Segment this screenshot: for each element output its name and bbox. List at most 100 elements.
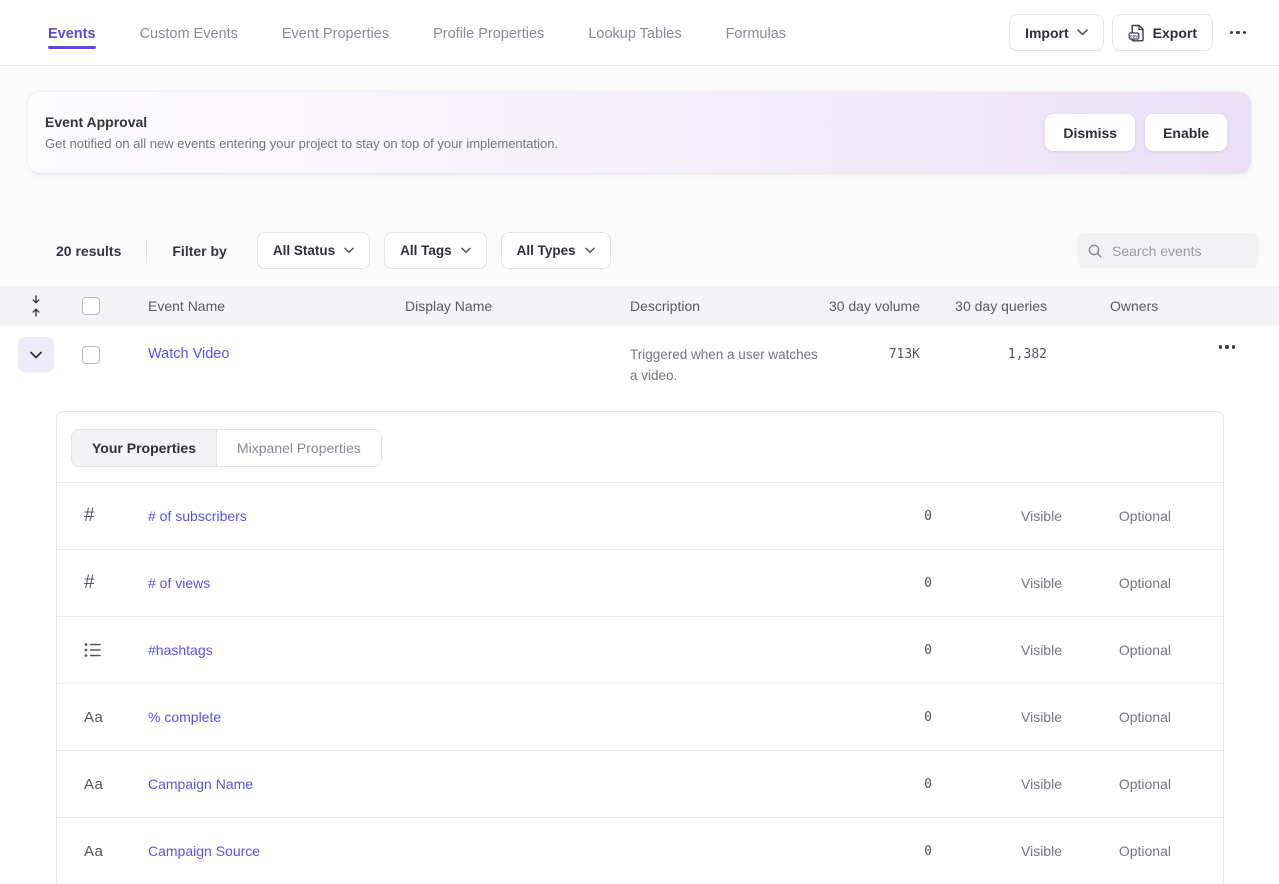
property-visibility: Visible [932, 709, 1062, 725]
export-button[interactable]: csv Export [1112, 14, 1213, 51]
banner-text: Event Approval Get notified on all new e… [45, 114, 1045, 151]
collapse-vertical-icon[interactable] [30, 295, 42, 317]
event-30-day-volume: 713K [820, 347, 920, 362]
property-count: 0 [892, 777, 932, 792]
select-all-checkbox[interactable] [82, 297, 100, 315]
chevron-down-icon [1077, 29, 1088, 36]
tags-filter-dropdown[interactable]: All Tags [384, 232, 487, 269]
search-events-input[interactable] [1112, 243, 1249, 259]
tags-filter-label: All Tags [400, 243, 452, 258]
events-table: Event Name Display Name Description 30 d… [0, 286, 1279, 884]
property-requirement: Optional [1062, 709, 1171, 725]
header-30-day-volume: 30 day volume [820, 298, 920, 314]
property-row: Aa Campaign Name 0 Visible Optional [57, 751, 1223, 818]
header-owners: Owners [1047, 298, 1187, 314]
property-requirement: Optional [1062, 843, 1171, 859]
event-30-day-queries: 1,382 [920, 347, 1047, 362]
header-description: Description [630, 298, 820, 314]
property-requirement: Optional [1062, 776, 1171, 792]
collapse-row-button[interactable] [18, 337, 54, 373]
chevron-down-icon [344, 247, 354, 254]
property-name-link[interactable]: % complete [148, 709, 892, 725]
property-name-link[interactable]: # of views [148, 575, 892, 591]
row-more-options-button[interactable] [1219, 345, 1236, 349]
nav-actions: Import csv Export [1009, 14, 1255, 51]
property-row: # # of views 0 Visible Optional [57, 550, 1223, 617]
export-button-label: Export [1153, 25, 1197, 41]
svg-text:csv: csv [1130, 33, 1138, 38]
header-event-name: Event Name [148, 298, 405, 314]
property-name-link[interactable]: # of subscribers [148, 508, 892, 524]
tab-your-properties[interactable]: Your Properties [72, 430, 217, 466]
divider [146, 239, 147, 263]
property-count: 0 [892, 643, 932, 658]
status-filter-label: All Status [273, 243, 335, 258]
properties-panel: Your Properties Mixpanel Properties # # … [56, 411, 1224, 884]
property-row: Aa Campaign Source 0 Visible Optional [57, 818, 1223, 884]
text-type-icon: Aa [84, 709, 103, 726]
event-description: Triggered when a user watches a video. [630, 344, 820, 386]
tab-event-properties[interactable]: Event Properties [282, 4, 389, 61]
property-visibility: Visible [932, 776, 1062, 792]
tab-profile-properties[interactable]: Profile Properties [433, 4, 544, 61]
properties-tab-bar: Your Properties Mixpanel Properties [57, 412, 1223, 483]
property-name-link[interactable]: Campaign Name [148, 776, 892, 792]
search-icon [1087, 243, 1103, 259]
text-type-icon: Aa [84, 843, 103, 860]
filter-bar: 20 results Filter by All Status All Tags… [56, 232, 1259, 269]
csv-file-icon: csv [1128, 24, 1145, 42]
text-type-icon: Aa [84, 776, 103, 793]
number-type-icon: # [84, 505, 95, 527]
property-name-link[interactable]: #hashtags [148, 642, 892, 658]
enable-button[interactable]: Enable [1145, 114, 1227, 151]
tab-formulas[interactable]: Formulas [726, 4, 786, 61]
chevron-down-icon [30, 351, 42, 359]
property-requirement: Optional [1062, 508, 1171, 524]
header-display-name: Display Name [405, 298, 630, 314]
property-row: # # of subscribers 0 Visible Optional [57, 483, 1223, 550]
properties-segmented-control: Your Properties Mixpanel Properties [71, 429, 382, 467]
banner-actions: Dismiss Enable [1045, 114, 1227, 151]
results-count: 20 results [56, 243, 121, 259]
search-events-box[interactable] [1077, 233, 1259, 268]
property-visibility: Visible [932, 843, 1062, 859]
property-count: 0 [892, 576, 932, 591]
list-type-icon [84, 642, 110, 658]
import-button-label: Import [1025, 25, 1069, 41]
import-button[interactable]: Import [1009, 14, 1104, 51]
property-count: 0 [892, 710, 932, 725]
types-filter-dropdown[interactable]: All Types [501, 232, 611, 269]
property-visibility: Visible [932, 642, 1062, 658]
property-requirement: Optional [1062, 575, 1171, 591]
property-name-link[interactable]: Campaign Source [148, 843, 892, 859]
tab-lookup-tables[interactable]: Lookup Tables [588, 4, 681, 61]
table-header-row: Event Name Display Name Description 30 d… [0, 286, 1279, 326]
row-checkbox[interactable] [82, 346, 100, 364]
property-visibility: Visible [932, 575, 1062, 591]
event-row-watch-video: Watch Video Triggered when a user watche… [0, 326, 1279, 399]
property-count: 0 [892, 844, 932, 859]
banner-subtitle: Get notified on all new events entering … [45, 136, 1045, 151]
property-requirement: Optional [1062, 642, 1171, 658]
banner-title: Event Approval [45, 114, 1045, 130]
property-visibility: Visible [932, 508, 1062, 524]
number-type-icon: # [84, 572, 95, 594]
property-count: 0 [892, 509, 932, 524]
event-approval-banner: Event Approval Get notified on all new e… [28, 92, 1251, 173]
chevron-down-icon [585, 247, 595, 254]
filter-by-label: Filter by [172, 243, 226, 259]
property-row: #hashtags 0 Visible Optional [57, 617, 1223, 684]
more-horizontal-icon [1230, 31, 1247, 35]
status-filter-dropdown[interactable]: All Status [257, 232, 370, 269]
tab-events[interactable]: Events [48, 4, 96, 61]
tab-mixpanel-properties[interactable]: Mixpanel Properties [217, 430, 381, 466]
tab-custom-events[interactable]: Custom Events [140, 4, 238, 61]
event-name-link[interactable]: Watch Video [148, 346, 229, 362]
chevron-down-icon [461, 247, 471, 254]
top-navigation: Events Custom Events Event Properties Pr… [0, 0, 1279, 66]
header-30-day-queries: 30 day queries [920, 298, 1047, 314]
more-options-button[interactable] [1221, 16, 1255, 50]
property-row: Aa % complete 0 Visible Optional [57, 684, 1223, 751]
nav-tabs: Events Custom Events Event Properties Pr… [48, 4, 1009, 61]
dismiss-button[interactable]: Dismiss [1045, 114, 1135, 151]
